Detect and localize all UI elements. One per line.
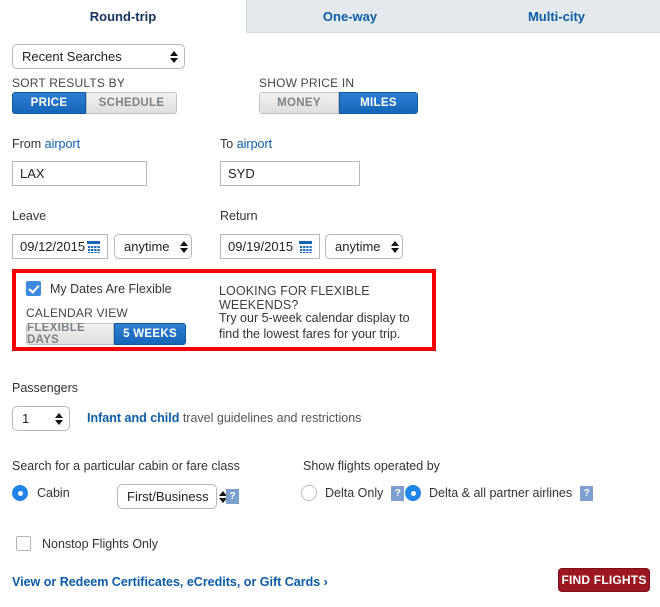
sort-option-price[interactable]: PRICE xyxy=(12,92,86,114)
leave-time-select[interactable]: anytime xyxy=(114,234,192,259)
to-airport-label-prefix: To xyxy=(220,137,237,151)
cabin-radio-label: Cabin xyxy=(37,486,70,500)
calendar-view-toggle: FLEXIBLE DAYS 5 WEEKS xyxy=(26,323,186,345)
return-label: Return xyxy=(220,209,258,223)
passengers-label: Passengers xyxy=(12,381,79,395)
sort-option-price-label: PRICE xyxy=(30,97,68,109)
calendar-view-flexible-days-label: FLEXIBLE DAYS xyxy=(27,323,85,345)
infant-child-suffix: travel guidelines and restrictions xyxy=(179,411,362,425)
chevron-updown-icon xyxy=(170,50,178,63)
return-time-value: anytime xyxy=(335,239,381,254)
calendar-icon[interactable] xyxy=(87,240,100,253)
tab-round-trip-label: Round-trip xyxy=(89,8,157,24)
cabin-radio-row[interactable]: Cabin xyxy=(12,485,70,501)
leave-date-input[interactable]: 09/12/2015 xyxy=(12,234,108,259)
flexible-dates-checkbox-label: My Dates Are Flexible xyxy=(50,281,172,296)
return-date-value: 09/19/2015 xyxy=(228,239,294,254)
show-price-in-toggle: MONEY MILES xyxy=(259,92,418,114)
find-flights-button[interactable]: FIND FLIGHTS xyxy=(558,568,650,592)
to-airport-link[interactable]: airport xyxy=(237,137,272,151)
nonstop-label: Nonstop Flights Only xyxy=(42,536,159,551)
flexible-promo-body: Try our 5-week calendar display to find … xyxy=(219,311,410,341)
price-option-money[interactable]: MONEY xyxy=(259,92,339,114)
return-time-select[interactable]: anytime xyxy=(325,234,403,259)
tab-multi-city-label: Multi-city xyxy=(527,9,586,24)
calendar-view-5-weeks[interactable]: 5 WEEKS xyxy=(114,323,186,345)
to-airport-input[interactable]: SYD xyxy=(220,161,360,186)
delta-only-radio-row[interactable]: Delta Only ? xyxy=(301,485,405,501)
tab-round-trip[interactable]: Round-trip xyxy=(0,0,247,33)
from-airport-label-prefix: From xyxy=(12,137,45,151)
leave-date-value: 09/12/2015 xyxy=(20,239,86,254)
tab-one-way[interactable]: One-way xyxy=(247,0,453,33)
price-option-money-label: MONEY xyxy=(277,97,321,109)
cabin-help-icon[interactable]: ? xyxy=(226,489,239,504)
to-airport-label: To airport xyxy=(220,135,272,153)
from-airport-label: From airport xyxy=(12,135,80,153)
trip-type-tabs: Round-trip One-way Multi-city xyxy=(0,0,660,33)
delta-only-label: Delta Only xyxy=(325,486,384,500)
chevron-updown-icon xyxy=(179,240,188,253)
delta-partners-radio[interactable] xyxy=(405,485,421,501)
passengers-stepper[interactable]: 1 xyxy=(12,406,70,431)
sort-results-label: SORT RESULTS BY xyxy=(12,76,126,90)
leave-label: Leave xyxy=(12,209,47,223)
calendar-icon[interactable] xyxy=(299,240,312,253)
tab-one-way-label: One-way xyxy=(322,9,378,24)
delta-only-help-icon[interactable]: ? xyxy=(391,485,405,501)
nonstop-checkbox[interactable] xyxy=(16,536,31,551)
chevron-updown-icon xyxy=(55,412,63,425)
delta-partners-help-icon[interactable]: ? xyxy=(580,485,594,501)
flexible-dates-checkbox[interactable] xyxy=(26,281,41,296)
from-airport-input[interactable]: LAX xyxy=(12,161,147,186)
certificates-link[interactable]: View or Redeem Certificates, eCredits, o… xyxy=(12,575,328,589)
sort-option-schedule-label: SCHEDULE xyxy=(98,97,165,109)
fare-class-select[interactable]: First/Business xyxy=(117,484,227,509)
fare-class-value: First/Business xyxy=(127,489,209,504)
infant-child-link[interactable]: Infant and child xyxy=(87,411,179,425)
price-option-miles[interactable]: MILES xyxy=(339,92,418,114)
leave-time-value: anytime xyxy=(124,239,170,254)
delta-partners-label: Delta & all partner airlines xyxy=(429,486,573,500)
tab-multi-city[interactable]: Multi-city xyxy=(453,0,660,33)
sort-option-schedule[interactable]: SCHEDULE xyxy=(86,92,177,114)
delta-partners-radio-row[interactable]: Delta & all partner airlines ? xyxy=(405,485,594,501)
delta-only-radio[interactable] xyxy=(301,485,317,501)
flexible-promo-heading: LOOKING FOR FLEXIBLE WEEKENDS? xyxy=(219,284,370,312)
from-airport-link[interactable]: airport xyxy=(45,137,80,151)
recent-searches-value: Recent Searches xyxy=(22,49,122,64)
infant-child-guidelines: Infant and child travel guidelines and r… xyxy=(87,411,361,425)
chevron-updown-icon xyxy=(390,240,399,253)
calendar-view-5-weeks-label: 5 WEEKS xyxy=(123,328,177,340)
operated-by-heading: Show flights operated by xyxy=(303,459,440,473)
nonstop-checkbox-row[interactable]: Nonstop Flights Only xyxy=(16,536,158,551)
cabin-heading: Search for a particular cabin or fare cl… xyxy=(12,459,240,473)
price-option-miles-label: MILES xyxy=(360,97,397,109)
sort-results-toggle: PRICE SCHEDULE xyxy=(12,92,177,114)
flexible-dates-callout: My Dates Are Flexible CALENDAR VIEW FLEX… xyxy=(12,269,436,351)
return-date-input[interactable]: 09/19/2015 xyxy=(220,234,320,259)
passengers-count: 1 xyxy=(22,411,30,426)
flexible-dates-checkbox-row[interactable]: My Dates Are Flexible xyxy=(26,281,172,296)
calendar-view-label: CALENDAR VIEW xyxy=(26,306,128,320)
cabin-radio[interactable] xyxy=(12,485,28,501)
recent-searches-select[interactable]: Recent Searches xyxy=(12,44,185,69)
calendar-view-flexible-days[interactable]: FLEXIBLE DAYS xyxy=(26,323,114,345)
show-price-in-label: SHOW PRICE IN xyxy=(259,76,355,90)
